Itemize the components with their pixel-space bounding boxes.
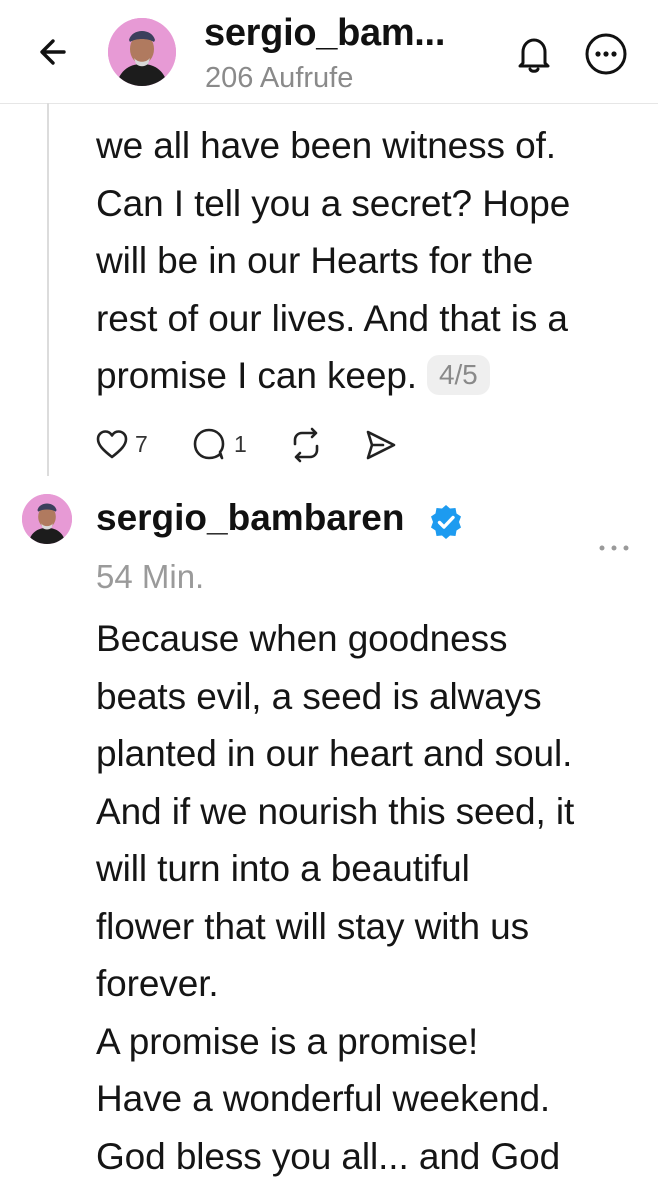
reply-count: 1 — [234, 431, 247, 457]
heart-icon[interactable] — [95, 425, 129, 465]
post-body: Because when goodness beats evil, a seed… — [96, 610, 574, 1185]
top-bar: sergio_bam... 206 Aufrufe — [0, 0, 658, 104]
verified-badge-icon — [431, 505, 461, 539]
post-body: we all have been witness of. Can I tell … — [96, 117, 570, 405]
avatar[interactable] — [22, 494, 72, 544]
bell-icon[interactable] — [512, 32, 556, 76]
more-circle-icon[interactable] — [583, 31, 629, 77]
view-count: 206 Aufrufe — [205, 62, 354, 94]
send-icon[interactable] — [363, 425, 399, 465]
thread-line — [47, 103, 49, 476]
username[interactable]: sergio_bambaren — [96, 497, 404, 539]
repost-icon[interactable] — [288, 425, 324, 465]
post-text: we all have been witness of. Can I tell … — [96, 125, 571, 396]
thread-pager: 4/5 — [426, 355, 490, 395]
comment-icon[interactable] — [192, 425, 228, 465]
post-text: Because when goodness beats evil, a seed… — [96, 618, 575, 1177]
profile-photo — [108, 18, 176, 86]
profile-photo — [22, 494, 72, 544]
like-count: 7 — [135, 431, 148, 457]
page-title[interactable]: sergio_bam... — [204, 12, 445, 55]
post-timestamp: 54 Min. — [96, 558, 205, 595]
arrow-left-icon[interactable] — [34, 32, 74, 72]
avatar[interactable] — [108, 18, 176, 86]
ellipsis-icon[interactable] — [598, 540, 630, 556]
